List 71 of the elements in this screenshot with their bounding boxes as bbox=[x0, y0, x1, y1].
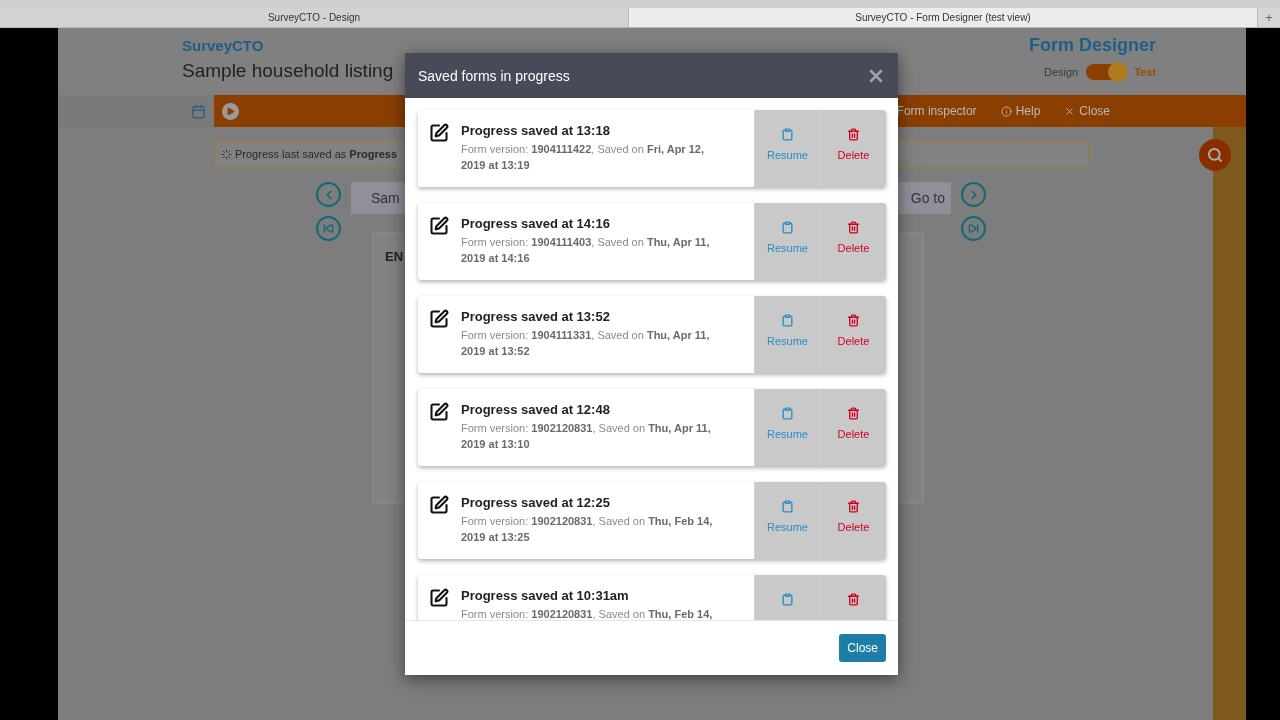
close-button[interactable]: Close bbox=[839, 634, 886, 662]
form-title: Sample household listing bbox=[182, 60, 394, 82]
resume-button[interactable]: Resume bbox=[754, 482, 820, 559]
help-icon bbox=[1000, 105, 1012, 117]
delete-button[interactable]: Delete bbox=[820, 389, 886, 466]
saved-form-title: Progress saved at 14:16 bbox=[461, 216, 611, 231]
skip-forward-icon bbox=[968, 223, 979, 234]
new-tab-button[interactable]: + bbox=[1258, 8, 1280, 27]
clipboard-icon bbox=[781, 128, 794, 141]
resume-button[interactable]: Resume bbox=[754, 203, 820, 280]
last-button[interactable] bbox=[961, 216, 986, 241]
clipboard-icon bbox=[781, 500, 794, 513]
group-label: Sam bbox=[371, 190, 400, 206]
go-to-link[interactable]: Go to bbox=[910, 190, 945, 206]
clipboard-icon bbox=[781, 314, 794, 327]
resume-button[interactable]: Resume bbox=[754, 110, 820, 187]
clipboard-icon bbox=[781, 593, 794, 606]
browser-tab[interactable]: SurveyCTO - Form Designer (test view) bbox=[629, 8, 1258, 27]
mode-label: Design bbox=[1043, 66, 1079, 78]
delete-button[interactable]: Delete bbox=[820, 203, 886, 280]
clipboard-icon bbox=[781, 407, 794, 420]
saved-form-title: Progress saved at 13:52 bbox=[461, 309, 611, 324]
toolbar-link[interactable]: Close bbox=[1064, 104, 1110, 118]
delete-button[interactable]: Delete bbox=[820, 482, 886, 559]
saved-form-detail: Form version: 1904111422, Saved on Fri, Apr 12, 2019 at 13:19 bbox=[461, 142, 705, 173]
saved-form-detail: Form version: 1902120831, Saved on Thu, Feb 14, bbox=[461, 607, 714, 620]
edit-icon bbox=[429, 216, 449, 236]
saved-form-detail: Form version: 1904111331, Saved on Thu, Apr 11, 2019 at 13:52 bbox=[461, 328, 711, 359]
saved-form-title: Progress saved at 13:18 bbox=[461, 123, 611, 138]
trash-icon bbox=[847, 593, 860, 606]
trash-icon bbox=[847, 407, 860, 420]
resume-button[interactable]: Resume bbox=[754, 296, 820, 373]
trash-icon bbox=[847, 221, 860, 234]
delete-button[interactable]: Delete bbox=[820, 110, 886, 187]
calendar-icon[interactable] bbox=[191, 103, 206, 119]
edit-icon bbox=[429, 588, 449, 608]
search-icon bbox=[1207, 147, 1223, 163]
saved-form-detail: Form version: 1902120831, Saved on Thu, Apr 11, 2019 at 13:10 bbox=[461, 421, 712, 452]
first-button[interactable] bbox=[316, 216, 341, 241]
play-button[interactable] bbox=[222, 102, 239, 120]
logo: SurveyCTO bbox=[182, 37, 265, 54]
edit-icon bbox=[429, 309, 449, 329]
trash-icon bbox=[847, 314, 860, 327]
saved-form-title: Progress saved at 12:48 bbox=[461, 402, 611, 417]
spinner-icon bbox=[221, 148, 232, 160]
saved-form-detail: Form version: 1902120831, Saved on Thu, Feb 14, 2019 at 13:25 bbox=[461, 514, 714, 545]
browser-tab[interactable]: SurveyCTO - Design bbox=[0, 8, 629, 27]
clipboard-icon bbox=[781, 221, 794, 234]
field-label: EN bbox=[385, 249, 404, 264]
trash-icon bbox=[847, 500, 860, 513]
previous-button[interactable] bbox=[316, 182, 341, 207]
trash-icon bbox=[847, 128, 860, 141]
app-title: Form Designer bbox=[1028, 35, 1156, 56]
resume-button[interactable]: Resume bbox=[754, 389, 820, 466]
next-button[interactable] bbox=[961, 182, 986, 207]
mode-toggle[interactable] bbox=[1086, 64, 1127, 80]
edit-icon bbox=[429, 123, 449, 143]
banner-text: Progress last saved as Progress bbox=[235, 148, 398, 160]
skip-back-icon bbox=[323, 223, 334, 234]
saved-form-title: Progress saved at 12:25 bbox=[461, 495, 611, 510]
search-button[interactable] bbox=[1199, 139, 1231, 171]
mode-label: Test bbox=[1134, 66, 1156, 78]
play-icon bbox=[226, 106, 235, 116]
toolbar-link[interactable]: Help bbox=[1000, 104, 1041, 118]
saved-form-detail: Form version: 1904111403, Saved on Thu, Apr 11, 2019 at 14:16 bbox=[461, 235, 711, 266]
edit-icon bbox=[429, 402, 449, 422]
delete-button[interactable]: Delete bbox=[820, 296, 886, 373]
close-icon bbox=[1064, 105, 1076, 117]
dialog-title: Saved forms in progress bbox=[418, 67, 570, 84]
saved-form-title: Progress saved at 10:31am bbox=[461, 588, 630, 603]
edit-icon bbox=[429, 495, 449, 515]
